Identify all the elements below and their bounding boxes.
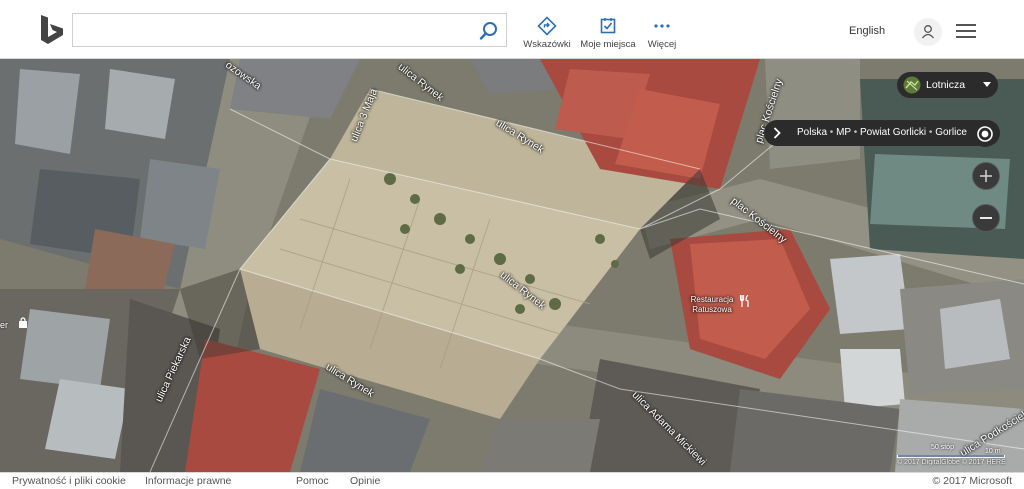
language-link[interactable]: English — [849, 25, 885, 37]
search-input[interactable] — [73, 14, 468, 46]
directions-label: Wskazówki — [523, 39, 571, 50]
location-breadcrumb: Polska • MP • Powiat Gorlicki • Gorlice — [764, 120, 1000, 146]
user-button[interactable] — [914, 18, 942, 46]
top-bar: Wskazówki Moje miejsca Więcej English — [0, 0, 1024, 59]
bing-logo[interactable] — [38, 14, 66, 46]
user-icon — [921, 25, 935, 39]
breadcrumb-county[interactable]: Powiat Gorlicki — [860, 127, 926, 138]
search-box — [72, 13, 507, 47]
breadcrumb-text: Polska • MP • Powiat Gorlicki • Gorlice — [797, 127, 967, 138]
scale-bar-line — [897, 455, 1005, 458]
hamburger-menu-icon[interactable] — [956, 24, 976, 40]
more-icon — [654, 24, 670, 28]
restaurant-icon[interactable] — [738, 294, 752, 308]
chevron-down-icon — [983, 82, 991, 87]
zoom-out-button[interactable] — [972, 204, 1000, 232]
plus-icon — [980, 170, 992, 182]
locate-me-button[interactable] — [972, 121, 998, 147]
map-style-label: Lotnicza — [926, 79, 966, 91]
chevron-right-icon[interactable] — [771, 126, 783, 140]
help-link[interactable]: Pomoc — [296, 475, 329, 487]
directions-icon — [537, 16, 557, 36]
breadcrumb-region[interactable]: MP — [836, 127, 851, 138]
footer: Prywatność i pliki cookie Informacje pra… — [0, 472, 1024, 489]
directions-button[interactable]: Wskazówki — [512, 16, 582, 50]
more-label: Więcej — [647, 39, 677, 50]
locate-icon — [977, 126, 993, 142]
imagery-copyright: © 2017 DigitalGlobe © 2017 HERE — [897, 459, 1006, 466]
footer-copyright: © 2017 Microsoft — [932, 475, 1012, 487]
shop-icon[interactable] — [17, 317, 29, 329]
breadcrumb-country[interactable]: Polska — [797, 127, 827, 138]
left-edge-label: er — [0, 320, 9, 330]
scale-meters-label: 10 m — [985, 448, 1001, 455]
map-style-dropdown[interactable]: Lotnicza — [897, 72, 998, 98]
aerial-layer-icon — [903, 76, 921, 94]
map-canvas[interactable]: ulica Rynek ulica Rynek ulica Rynek ulic… — [0, 59, 1024, 472]
poi-label-restauracja[interactable]: Restauracja Ratuszowa — [682, 295, 742, 315]
minus-icon — [980, 217, 992, 219]
feedback-link[interactable]: Opinie — [350, 475, 380, 487]
more-button[interactable]: Więcej — [627, 16, 697, 50]
zoom-in-button[interactable] — [972, 162, 1000, 190]
privacy-link[interactable]: Prywatność i pliki cookie — [12, 475, 126, 487]
scale-feet-label: 50 stóp — [931, 444, 954, 451]
search-icon[interactable] — [478, 20, 500, 42]
legal-link[interactable]: Informacje prawne — [145, 475, 231, 487]
my-places-icon — [600, 18, 616, 34]
breadcrumb-city[interactable]: Gorlice — [935, 127, 967, 138]
